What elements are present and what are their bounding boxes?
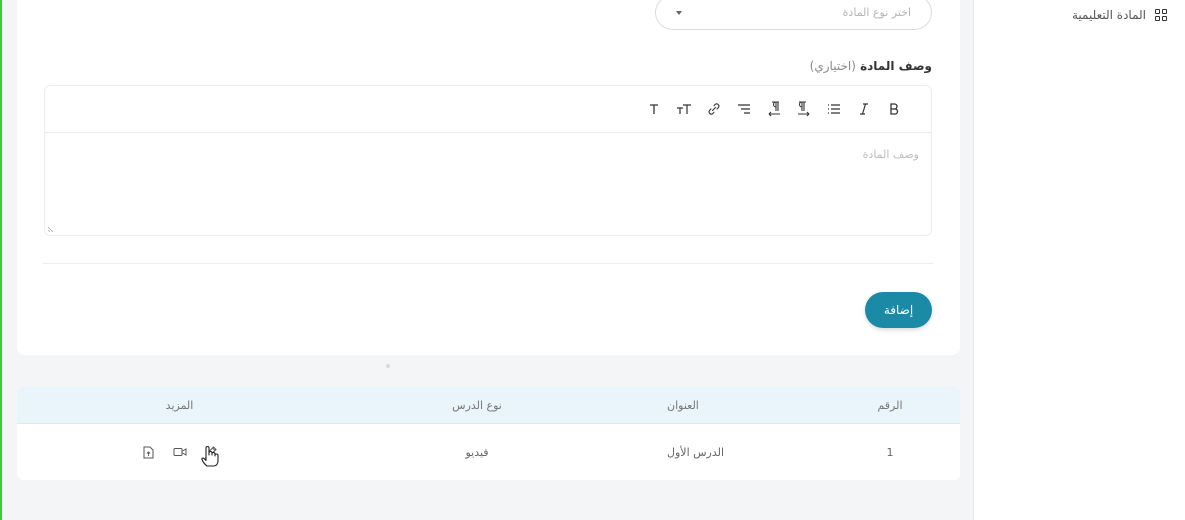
subject-type-select[interactable]: اختر نوع المادة (655, 0, 932, 30)
edit-icon[interactable] (203, 444, 219, 460)
form-divider (43, 263, 933, 264)
caret-down-icon (676, 10, 682, 15)
unordered-list-icon[interactable] (822, 98, 845, 120)
row-number: 1 (886, 445, 894, 459)
paragraph-rtl-icon[interactable] (762, 98, 785, 120)
window-edge (0, 0, 2, 520)
file-upload-icon[interactable] (141, 444, 157, 460)
row-type: فيديو (465, 445, 489, 459)
header-number: الرقم (877, 398, 903, 412)
header-type: نوع الدرس (452, 398, 502, 412)
description-editor: وصف المادة (44, 85, 932, 236)
lessons-table: الرقم العنوان نوع الدرس المزيد 1 الدرس ا… (17, 387, 960, 480)
grid-icon (1154, 8, 1167, 22)
text-icon[interactable] (642, 98, 665, 120)
description-label: وصف المادة (اختياري) (809, 59, 932, 73)
table-row: 1 الدرس الأول فيديو (17, 424, 960, 480)
subject-type-placeholder: اختر نوع المادة (842, 6, 911, 19)
font-size-icon[interactable] (672, 98, 695, 120)
editor-content-area[interactable]: وصف المادة (45, 133, 931, 235)
bold-icon[interactable] (882, 98, 905, 120)
italic-icon[interactable] (852, 98, 875, 120)
paragraph-ltr-icon[interactable] (792, 98, 815, 120)
subject-form-card: اختر نوع المادة وصف المادة (اختياري) وصف… (17, 0, 960, 355)
row-title: الدرس الأول (667, 445, 725, 459)
separator-dot (386, 364, 390, 368)
sidebar-item-learning-material[interactable]: المادة التعليمية (1072, 6, 1167, 24)
optional-label: (اختياري) (809, 59, 856, 73)
video-icon[interactable] (172, 444, 188, 460)
description-placeholder: وصف المادة (862, 148, 919, 161)
table-header: الرقم العنوان نوع الدرس المزيد (17, 387, 960, 424)
header-more: المزيد (165, 398, 194, 412)
resize-handle-icon[interactable] (47, 225, 55, 233)
link-icon[interactable] (702, 98, 725, 120)
header-title: العنوان (667, 398, 699, 412)
sidebar-item-label: المادة التعليمية (1071, 8, 1146, 22)
ordered-list-icon[interactable] (732, 98, 755, 120)
add-button[interactable]: إضافة (865, 292, 932, 328)
editor-toolbar (45, 86, 931, 133)
sidebar: المادة التعليمية (973, 0, 1185, 520)
row-actions (87, 424, 272, 480)
